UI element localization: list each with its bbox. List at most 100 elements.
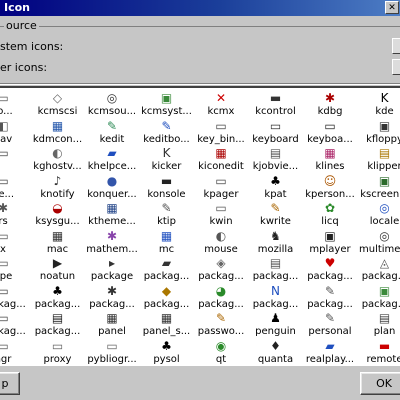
icon-item[interactable]: ▦ kdmcon... bbox=[28, 118, 88, 147]
icon-item[interactable]: ✱ mathem... bbox=[82, 228, 142, 257]
icon-item[interactable]: ▤ kjobvie... bbox=[246, 145, 306, 174]
icon-label: mc bbox=[158, 243, 175, 255]
icon-item[interactable]: ◒ ksysgu... bbox=[28, 200, 88, 229]
icon-item[interactable]: ▭ key_bin... bbox=[191, 118, 251, 147]
help-button[interactable]: p bbox=[0, 372, 20, 395]
icon-item[interactable]: ◈ packag... bbox=[191, 255, 251, 284]
icon-item[interactable]: ◆ packag... bbox=[137, 283, 197, 312]
icon-label: packag... bbox=[143, 298, 190, 310]
app-icon: ◆ bbox=[161, 283, 172, 298]
icon-item[interactable]: ♣ pysol bbox=[137, 338, 197, 365]
icon-item[interactable]: Npackag... bbox=[246, 283, 306, 312]
icon-item[interactable]: ▶ noatun bbox=[28, 255, 88, 284]
icon-item[interactable]: ♪ knotify bbox=[28, 173, 88, 202]
icon-label: kwin bbox=[209, 216, 233, 227]
icon-item[interactable]: ✎ personal bbox=[300, 310, 360, 339]
icon-item[interactable]: ▭ pybliogr... bbox=[82, 338, 142, 365]
icon-item[interactable]: ▤ packag... bbox=[28, 310, 88, 339]
icon-item[interactable]: ▣kscreen... bbox=[355, 173, 400, 202]
icon-item[interactable]: ▭ keyboard bbox=[246, 118, 306, 147]
icon-item[interactable]: ◐ kghostv... bbox=[28, 145, 88, 174]
icon-label: mplayer bbox=[309, 243, 351, 255]
icon-item[interactable]: ✱ packag... bbox=[82, 283, 142, 312]
icon-item[interactable]: ▸ package bbox=[82, 255, 142, 284]
icon-item[interactable]: ◇ kcmscsi bbox=[28, 90, 88, 119]
icon-item[interactable]: ✕ kcmx bbox=[191, 90, 251, 119]
icon-item[interactable]: ▦ panel_s... bbox=[137, 310, 197, 339]
app-icon: ▬ bbox=[378, 338, 391, 353]
browse-button[interactable] bbox=[392, 59, 400, 75]
icon-item[interactable]: ▬ konsole bbox=[137, 173, 197, 202]
icon-item[interactable]: ♥ packag... bbox=[300, 255, 360, 284]
icon-item[interactable]: ✎ kedit bbox=[82, 118, 142, 147]
icon-item[interactable]: ▰ khelpce... bbox=[82, 145, 142, 174]
icon-item[interactable]: ▭ kpager bbox=[191, 173, 251, 202]
icon-item[interactable]: ☺ kperson... bbox=[300, 173, 360, 202]
app-icon: ▰ bbox=[161, 256, 172, 270]
icon-item[interactable]: ▭ proxy bbox=[28, 338, 88, 365]
system-icons-select[interactable] bbox=[392, 38, 400, 54]
app-icon: ▭ bbox=[215, 201, 227, 215]
icon-item[interactable]: ▦ mc bbox=[137, 228, 197, 257]
icon-label: kcmx bbox=[207, 106, 235, 117]
icon-item[interactable]: ♦ quanta bbox=[246, 338, 306, 365]
icon-item[interactable]: ▣ mplayer bbox=[300, 228, 360, 257]
ok-button[interactable]: OK bbox=[360, 372, 400, 395]
icon-item[interactable]: ▤ plan bbox=[355, 310, 400, 339]
app-icon: K bbox=[162, 146, 171, 160]
icon-label: passwo... bbox=[197, 326, 245, 337]
icon-item[interactable]: ▦ panel bbox=[82, 310, 142, 339]
app-icon: K bbox=[380, 91, 389, 105]
icon-label: pybliogr... bbox=[87, 353, 137, 365]
user-icons-radio[interactable]: er icons: bbox=[0, 62, 47, 74]
close-window-button[interactable]: ✕ bbox=[385, 1, 399, 14]
icon-item[interactable]: ▭ kwin bbox=[191, 200, 251, 229]
icon-item[interactable]: ▣packag... bbox=[355, 283, 400, 312]
icon-item[interactable]: ▰ packag... bbox=[137, 255, 197, 284]
icon-item[interactable]: ▤ klipper bbox=[355, 145, 400, 174]
icon-item[interactable]: ▰ realplay... bbox=[300, 338, 360, 365]
window-title: Icon bbox=[4, 1, 31, 14]
icon-item[interactable]: ✎ packag... bbox=[300, 283, 360, 312]
icon-item[interactable]: ▣ kcmsyst... bbox=[137, 90, 197, 119]
app-icon: ▭ bbox=[51, 338, 64, 353]
icon-item[interactable]: ✱ kdbg bbox=[300, 90, 360, 119]
icon-label: personal bbox=[308, 326, 352, 337]
icon-item[interactable]: Kkicker bbox=[137, 145, 197, 174]
icon-item[interactable]: Kkde bbox=[355, 90, 400, 119]
app-icon: ◒ bbox=[52, 201, 63, 215]
icon-label: penguin bbox=[255, 326, 296, 337]
source-groupbox bbox=[0, 26, 400, 84]
icon-item[interactable]: ◎multime... bbox=[355, 228, 400, 257]
icon-item[interactable]: ♞ mozilla bbox=[246, 228, 306, 257]
icon-item[interactable]: ◐ mouse bbox=[191, 228, 251, 257]
icon-item[interactable]: ▬ remote bbox=[355, 338, 400, 365]
system-icons-radio[interactable]: stem icons: bbox=[0, 41, 63, 53]
icon-item[interactable]: ▬ kcontrol bbox=[246, 90, 306, 119]
icon-item[interactable]: ✎ kwrite bbox=[246, 200, 306, 229]
icon-label: ksysgu... bbox=[35, 216, 80, 227]
icon-item[interactable]: ✿ licq bbox=[300, 200, 360, 229]
icon-label: packag... bbox=[361, 271, 400, 282]
icon-item[interactable]: ✎ keditbo... bbox=[137, 118, 197, 147]
icon-item[interactable]: ◬packag... bbox=[355, 255, 400, 284]
icon-item[interactable]: ♣ packag... bbox=[28, 283, 88, 312]
icon-view[interactable]: ▭ro...◇kcmscsi◎kcmsou...▣kcmsyst...✕kcmx… bbox=[0, 86, 400, 366]
icon-item[interactable]: ✎ ktip bbox=[137, 200, 197, 229]
icon-item[interactable]: ▦ klines bbox=[300, 145, 360, 174]
icon-item[interactable]: ▭ keyboa... bbox=[300, 118, 360, 147]
icon-item[interactable]: ◎ locale bbox=[355, 200, 400, 229]
icon-item[interactable]: ▦ ktheme... bbox=[82, 200, 142, 229]
icon-item[interactable]: ● konquer... bbox=[82, 173, 142, 202]
app-icon: ✎ bbox=[161, 118, 172, 133]
icon-item[interactable]: ▣ kfloppy bbox=[355, 118, 400, 147]
icon-item[interactable]: ▦ mac bbox=[28, 228, 88, 257]
icon-item[interactable]: ♟ penguin bbox=[246, 310, 306, 339]
icon-item[interactable]: ✎ passwo... bbox=[191, 310, 251, 339]
icon-item[interactable]: ▤ packag... bbox=[246, 255, 306, 284]
icon-item[interactable]: ◕ packag... bbox=[191, 283, 251, 312]
icon-item[interactable]: ▦ kiconedit bbox=[191, 145, 251, 174]
icon-item[interactable]: ♣ kpat bbox=[246, 173, 306, 202]
icon-item[interactable]: ◎ kcmsou... bbox=[82, 90, 142, 119]
icon-item[interactable]: ◉ qt bbox=[191, 338, 251, 365]
